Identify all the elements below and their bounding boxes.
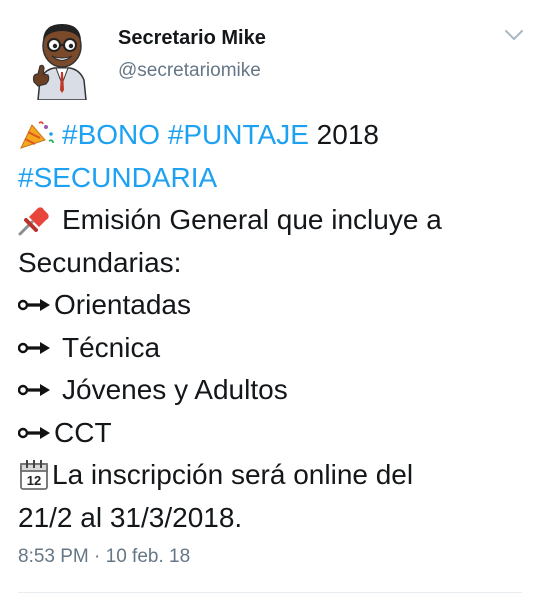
tweet-text-segment: 2018 xyxy=(316,119,379,150)
tweet-line: 21/2 al 31/3/2018. xyxy=(18,497,528,540)
tweet-text-segment: Orientadas xyxy=(54,289,191,320)
arrow-icon xyxy=(18,425,52,441)
arrow-icon xyxy=(18,297,52,313)
tweet-line: #SECUNDARIA xyxy=(18,157,528,200)
chevron-down-icon[interactable] xyxy=(503,28,525,42)
tweet-line: Emisión General que incluye a xyxy=(18,199,528,242)
tweet-line: Técnica xyxy=(18,327,528,370)
tweet-line: 12 La inscripción será online del xyxy=(18,454,528,497)
arrow-icon xyxy=(18,340,52,356)
tweet-timestamp[interactable]: 8:53 PM · 10 feb. 18 xyxy=(18,546,190,568)
tweet-text-segment: Secundarias: xyxy=(18,246,182,278)
party-popper-icon xyxy=(18,120,56,150)
tweet-text: #BONO #PUNTAJE 2018 #SECUNDARIA Emisión … xyxy=(18,114,528,539)
tweet-text-segment: CCT xyxy=(54,416,112,448)
tweet-line: Jóvenes y Adultos xyxy=(18,369,528,412)
hashtag-link[interactable]: #SECUNDARIA xyxy=(18,157,217,200)
tweet-line: #BONO #PUNTAJE 2018 xyxy=(18,114,528,157)
tweet-line: CCT xyxy=(18,412,528,455)
hashtag-link[interactable]: #BONO xyxy=(62,114,160,157)
tweet-text-segment: Técnica xyxy=(62,331,161,363)
user-handle[interactable]: @secretariomike xyxy=(118,60,261,82)
tweet-text-segment: Jóvenes y Adultos xyxy=(62,374,288,405)
hashtag-link[interactable]: #PUNTAJE xyxy=(168,114,309,157)
tweet-line: Orientadas xyxy=(18,284,528,327)
arrow-icon xyxy=(18,382,52,398)
display-name[interactable]: Secretario Mike xyxy=(118,27,266,50)
pushpin-icon xyxy=(18,204,52,236)
avatar[interactable] xyxy=(30,18,94,101)
tweet-text-segment: Emisión General que incluye a xyxy=(62,204,442,235)
divider xyxy=(18,592,522,593)
tweet-text-segment: 21/2 al 31/3/2018. xyxy=(18,501,243,533)
calendar-icon: 12 xyxy=(18,458,52,492)
tweet-text-segment: La inscripción será online del xyxy=(52,459,414,490)
calendar-number: 12 xyxy=(27,473,41,488)
tweet-line: Secundarias: xyxy=(18,242,528,285)
